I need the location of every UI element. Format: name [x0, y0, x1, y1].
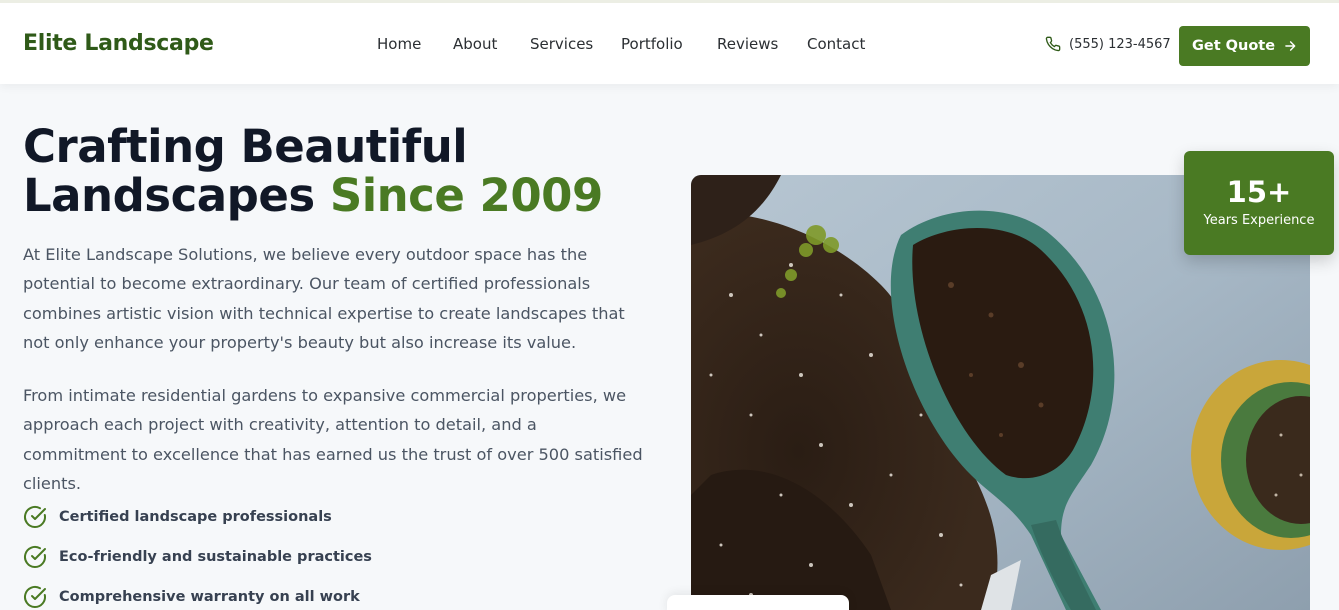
phone-number: (555) 123-4567 — [1069, 36, 1171, 52]
phone-icon — [1045, 36, 1061, 52]
experience-label: Years Experience — [1203, 213, 1315, 228]
nav-about-link[interactable]: About — [453, 35, 497, 53]
hero-title-line2: Landscapes — [23, 169, 315, 222]
check-circle-icon — [24, 585, 46, 608]
hero-title-accent: Since 2009 — [329, 169, 603, 222]
feature-text: Comprehensive warranty on all work — [59, 589, 360, 605]
nav-reviews-link[interactable]: Reviews — [717, 35, 778, 53]
phone-link[interactable]: (555) 123-4567 — [1045, 36, 1171, 52]
nav-contact-link[interactable]: Contact — [807, 35, 865, 53]
check-circle-icon — [24, 545, 46, 568]
hero-paragraph-1: At Elite Landscape Solutions, we believe… — [23, 245, 625, 352]
feature-item: Certified landscape professionals — [23, 497, 372, 537]
stats-card — [667, 595, 849, 610]
nav-home-link[interactable]: Home — [377, 35, 421, 53]
feature-item: Comprehensive warranty on all work — [23, 577, 372, 610]
nav-services-link[interactable]: Services — [530, 35, 593, 53]
feature-list: Certified landscape professionals Eco-fr… — [23, 497, 372, 610]
experience-value: 15+ — [1226, 175, 1292, 209]
hero-paragraph-2: From intimate residential gardens to exp… — [23, 386, 643, 493]
hero-title: Crafting Beautiful Landscapes Since 2009 — [23, 122, 663, 220]
check-circle-icon — [24, 505, 46, 528]
nav-portfolio-link[interactable]: Portfolio — [621, 35, 683, 53]
feature-text: Certified landscape professionals — [59, 509, 332, 525]
hero-title-line1: Crafting Beautiful — [23, 120, 468, 173]
site-header: Elite Landscape Home About Services Port… — [0, 0, 1339, 84]
brand-logo[interactable]: Elite Landscape — [23, 31, 214, 56]
feature-item: Eco-friendly and sustainable practices — [23, 537, 372, 577]
get-quote-button[interactable]: Get Quote — [1179, 26, 1310, 66]
feature-text: Eco-friendly and sustainable practices — [59, 549, 372, 565]
experience-badge: 15+ Years Experience — [1184, 151, 1334, 255]
get-quote-label: Get Quote — [1191, 38, 1276, 54]
arrow-right-icon — [1285, 41, 1296, 51]
